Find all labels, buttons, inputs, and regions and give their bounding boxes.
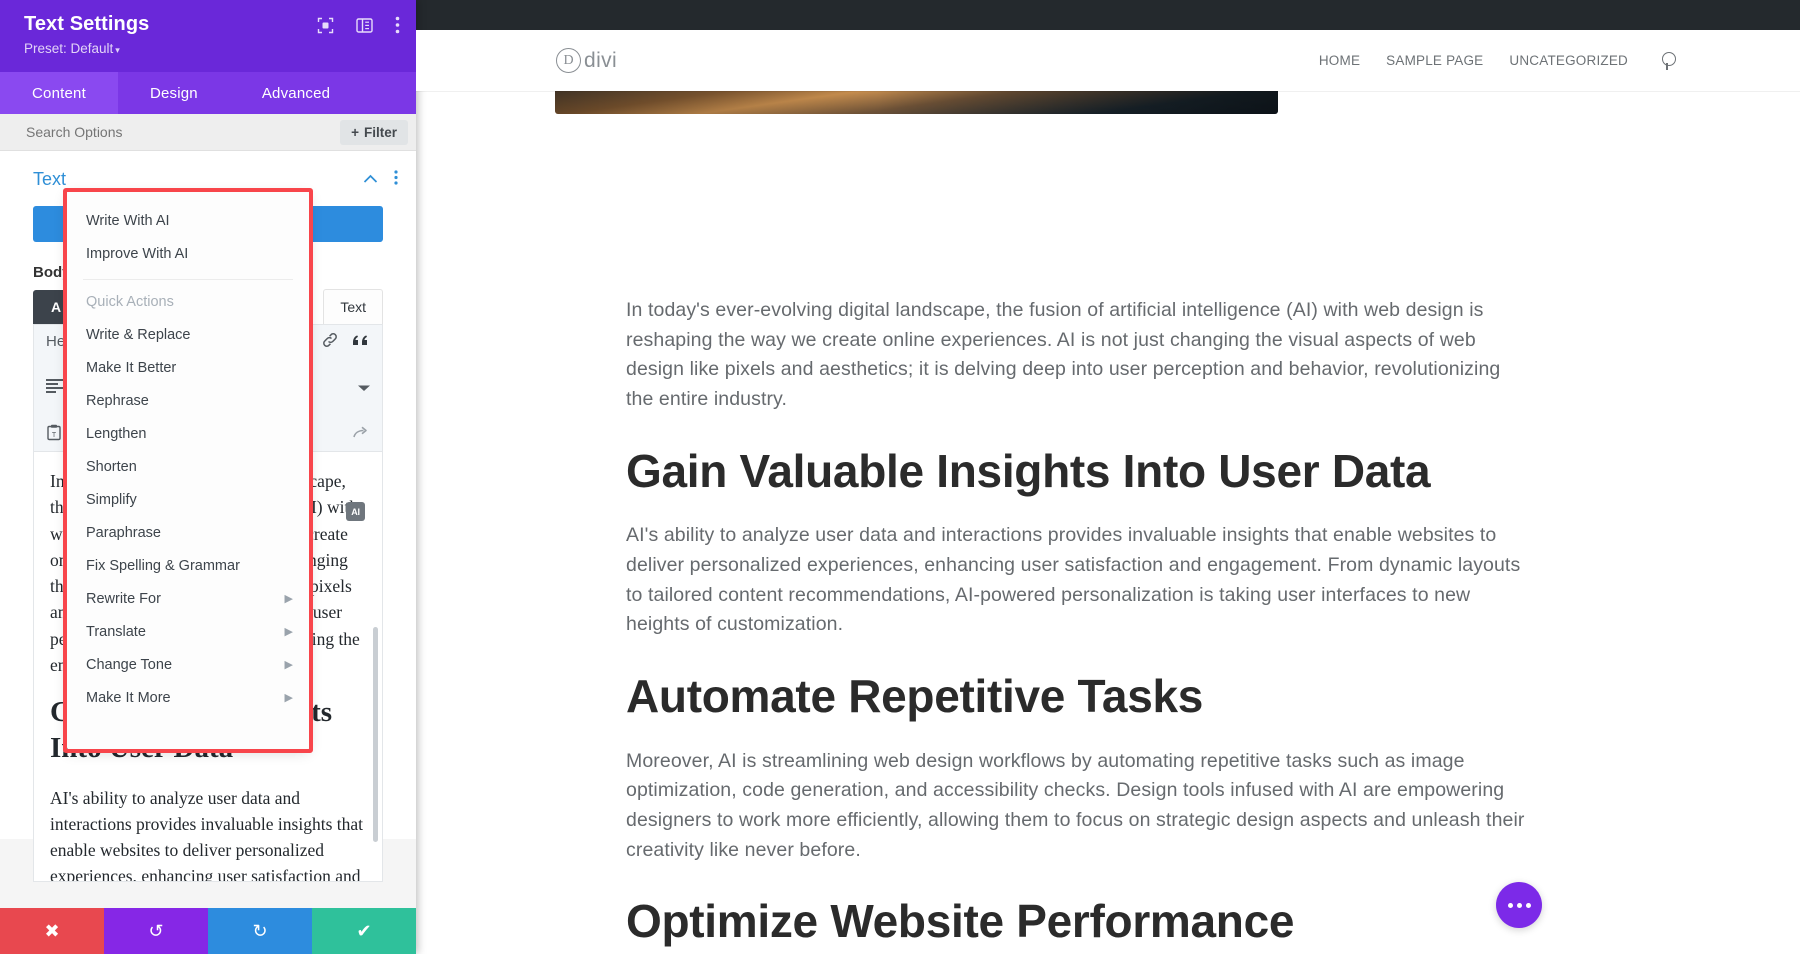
tab-design[interactable]: Design — [118, 72, 230, 114]
quote-icon[interactable] — [352, 333, 370, 350]
menu-item-write-and-replace[interactable]: Write & Replace — [67, 318, 309, 351]
dot — [1507, 902, 1513, 908]
svg-text:T: T — [52, 432, 57, 439]
panel-layout-icon[interactable] — [356, 17, 373, 33]
panel-header: Text Settings Preset: Default ▾ — [0, 0, 416, 72]
menu-item-rephrase[interactable]: Rephrase — [67, 384, 309, 417]
preset-selector[interactable]: Preset: Default ▾ — [24, 41, 398, 56]
cancel-button[interactable]: ✖ — [0, 908, 104, 954]
site-paragraph: AI's ability to analyze user data and in… — [626, 524, 1521, 636]
menu-item-simplify[interactable]: Simplify — [67, 483, 309, 516]
menu-item-label: Write With AI — [86, 212, 170, 229]
tab-content[interactable]: Content — [0, 72, 118, 114]
undo-button[interactable]: ↺ — [104, 908, 208, 954]
chevron-up-icon[interactable] — [363, 171, 378, 189]
site-logo[interactable]: D divi — [556, 48, 617, 73]
site-body: In today's ever-evolving digital landsca… — [416, 91, 1800, 948]
site-nav: HOME SAMPLE PAGE UNCATEGORIZED — [1319, 51, 1680, 71]
chevron-down-icon: ▾ — [115, 45, 120, 55]
tab-advanced[interactable]: Advanced — [230, 72, 362, 114]
menu-item-label: Fix Spelling & Grammar — [86, 557, 240, 574]
menu-item-make-it-better[interactable]: Make It Better — [67, 351, 309, 384]
menu-item-label: Make It Better — [86, 359, 177, 376]
dot — [1516, 902, 1522, 908]
ai-badge-icon[interactable]: AI — [346, 502, 365, 521]
more-vertical-icon[interactable] — [394, 169, 398, 190]
chevron-right-icon: ▶ — [284, 659, 293, 671]
filter-button[interactable]: + Filter — [340, 119, 408, 145]
section-title: Text — [33, 169, 67, 189]
text-settings-panel: Text Settings Preset: Default ▾ Content … — [0, 0, 416, 954]
nav-item-sample-page[interactable]: SAMPLE PAGE — [1386, 53, 1483, 68]
menu-item-lengthen[interactable]: Lengthen — [67, 417, 309, 450]
menu-item-label: Change Tone — [86, 656, 173, 673]
nav-item-home[interactable]: HOME — [1319, 53, 1360, 68]
paste-as-text-icon[interactable]: T — [46, 424, 62, 444]
menu-item-translate[interactable]: Translate ▶ — [67, 615, 309, 648]
website-preview: D divi HOME SAMPLE PAGE UNCATEGORIZED In… — [416, 0, 1800, 954]
site-content-column: In today's ever-evolving digital landsca… — [626, 91, 1526, 948]
divi-logo-icon: D — [556, 48, 581, 73]
link-icon[interactable] — [322, 332, 338, 351]
editor-paragraph: AI's ability to analyze user data and in… — [50, 787, 363, 882]
menu-item-label: Simplify — [86, 491, 137, 508]
redo-button[interactable]: ↻ — [208, 908, 312, 954]
panel-action-bar: ✖ ↺ ↻ ✔ — [0, 908, 416, 954]
menu-item-make-it-more[interactable]: Make It More ▶ — [67, 681, 309, 714]
app-root: D divi HOME SAMPLE PAGE UNCATEGORIZED In… — [0, 0, 1800, 954]
menu-item-label: Lengthen — [86, 425, 147, 442]
panel-header-icons — [317, 16, 400, 34]
menu-item-write-with-ai[interactable]: Write With AI — [67, 204, 309, 237]
chevron-right-icon: ▶ — [284, 593, 293, 605]
menu-item-label: Shorten — [86, 458, 137, 475]
more-vertical-icon[interactable] — [395, 16, 400, 34]
chevron-right-icon: ▶ — [284, 626, 293, 638]
site-heading: Optimize Website Performance — [626, 895, 1295, 948]
site-heading: Automate Repetitive Tasks — [626, 669, 1204, 722]
menu-group-label: Quick Actions — [86, 294, 174, 310]
plus-icon: + — [351, 124, 359, 140]
nav-item-uncategorized[interactable]: UNCATEGORIZED — [1509, 53, 1628, 68]
menu-item-shorten[interactable]: Shorten — [67, 450, 309, 483]
site-header: D divi HOME SAMPLE PAGE UNCATEGORIZED — [416, 30, 1800, 91]
filter-button-label: Filter — [363, 124, 397, 140]
focus-target-icon[interactable] — [317, 17, 334, 34]
site-paragraph: Moreover, AI is streamlining web design … — [626, 749, 1525, 861]
align-left-icon[interactable] — [46, 379, 64, 396]
site-heading: Gain Valuable Insights Into User Data — [626, 444, 1431, 497]
divi-ai-floating-button[interactable] — [1496, 882, 1542, 928]
preset-label: Preset: Default — [24, 41, 114, 56]
menu-divider — [83, 279, 293, 280]
menu-item-label: Improve With AI — [86, 245, 189, 262]
chevron-down-icon[interactable] — [358, 380, 370, 395]
menu-item-label: Rephrase — [86, 392, 149, 409]
ai-actions-menu: Write With AI Improve With AI Quick Acti… — [67, 192, 309, 749]
menu-item-label: Paraphrase — [86, 524, 161, 541]
menu-item-label: Make It More — [86, 689, 171, 706]
menu-item-fix-spelling-and-grammar[interactable]: Fix Spelling & Grammar — [67, 549, 309, 582]
search-input[interactable] — [26, 124, 341, 140]
menu-item-label: Write & Replace — [86, 326, 191, 343]
heading-dropdown-label[interactable]: He — [46, 334, 65, 349]
redo-icon[interactable] — [353, 426, 370, 442]
site-frame: D divi HOME SAMPLE PAGE UNCATEGORIZED In… — [416, 30, 1800, 954]
dot — [1525, 902, 1531, 908]
logo-text: divi — [584, 48, 618, 72]
search-options-bar: + Filter — [0, 114, 416, 151]
editor-scrollbar[interactable] — [373, 627, 378, 842]
menu-item-label: Translate — [86, 623, 146, 640]
menu-item-rewrite-for[interactable]: Rewrite For ▶ — [67, 582, 309, 615]
search-icon[interactable] — [1660, 51, 1680, 71]
menu-item-label: Rewrite For — [86, 590, 161, 607]
tab-text-editor[interactable]: Text — [323, 289, 383, 324]
menu-item-improve-with-ai[interactable]: Improve With AI — [67, 237, 309, 270]
preview-top-chrome — [416, 0, 1800, 30]
save-button[interactable]: ✔ — [312, 908, 416, 954]
menu-item-change-tone[interactable]: Change Tone ▶ — [67, 648, 309, 681]
section-header-actions — [363, 169, 398, 190]
site-paragraph: In today's ever-evolving digital landsca… — [626, 299, 1501, 410]
chevron-right-icon: ▶ — [284, 692, 293, 704]
panel-tabs: Content Design Advanced — [0, 72, 416, 114]
menu-item-paraphrase[interactable]: Paraphrase — [67, 516, 309, 549]
